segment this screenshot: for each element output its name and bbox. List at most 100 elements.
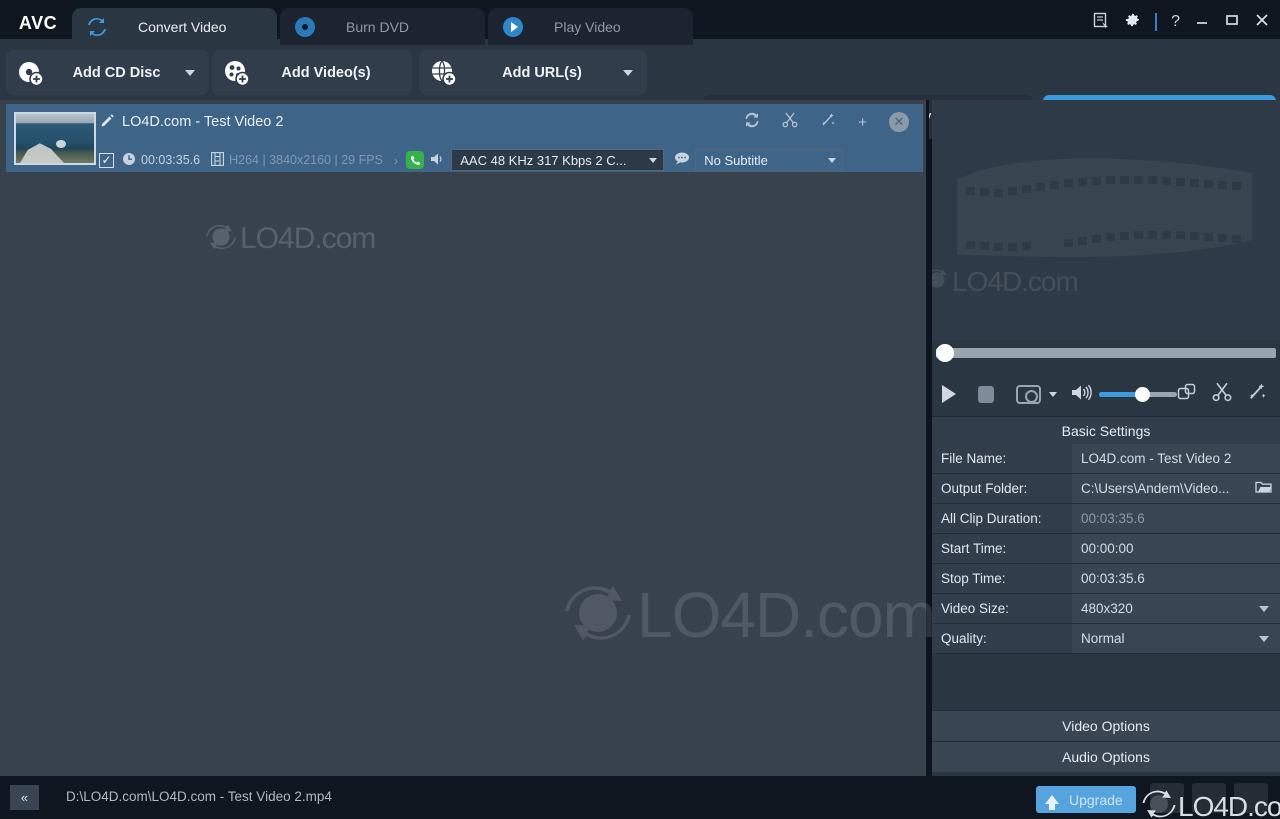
globe-add-icon	[427, 56, 461, 90]
remove-icon[interactable]: ✕	[889, 112, 909, 132]
add-urls-button[interactable]: Add URL(s)	[419, 50, 647, 95]
file-title-row: LO4D.com - Test Video 2	[101, 113, 283, 130]
snapshot-button[interactable]	[1016, 384, 1042, 404]
film-icon	[210, 151, 225, 169]
cut-icon[interactable]	[1212, 382, 1232, 407]
settings-row-output-folder: Output Folder: C:\Users\Andem\Video...	[932, 474, 1280, 504]
rotate-icon[interactable]	[744, 112, 760, 132]
close-icon[interactable]	[1254, 12, 1270, 32]
seek-slider[interactable]	[936, 344, 1276, 362]
add-cd-disc-button[interactable]: Add CD Disc	[6, 50, 209, 95]
watermark-logo-icon	[206, 223, 236, 256]
subtitle-value: No Subtitle	[704, 152, 768, 168]
settings-label: File Name:	[932, 444, 1072, 473]
watermark-logo-icon	[932, 268, 950, 297]
all-clip-duration-value: 00:03:35.6	[1072, 504, 1280, 533]
video-preview[interactable]: LO4D.com	[932, 100, 1280, 340]
video-size-value: 480x320	[1081, 601, 1133, 616]
quality-dropdown[interactable]: Normal	[1072, 624, 1280, 653]
watermark-lo4d-row: LO4D.com	[206, 222, 376, 256]
audio-track-value: AAC 48 KHz 317 Kbps 2 C...	[460, 152, 627, 168]
settings-label: Start Time:	[932, 534, 1072, 563]
chevron-down-icon	[649, 157, 658, 163]
chevron-down-icon[interactable]	[185, 69, 195, 76]
play-icon	[502, 16, 524, 38]
media-controls	[932, 372, 1280, 416]
add-icon[interactable]: +	[858, 114, 867, 131]
settings-row-video-size: Video Size: 480x320	[932, 594, 1280, 624]
output-folder-value[interactable]: C:\Users\Andem\Video...	[1072, 474, 1280, 503]
cd-disc-add-icon	[14, 56, 48, 90]
chevron-down-icon[interactable]	[1049, 391, 1058, 397]
add-urls-label: Add URL(s)	[502, 64, 582, 81]
window-controls: ?	[1093, 8, 1270, 36]
chevron-down-icon	[1259, 636, 1269, 642]
volume-knob[interactable]	[1135, 386, 1151, 402]
stop-button[interactable]	[978, 385, 995, 403]
window-controls-separator	[1155, 13, 1158, 31]
watermark-text: LO4D.com	[240, 222, 376, 255]
settings-row-all-clip-duration: All Clip Duration: 00:03:35.6	[932, 504, 1280, 534]
tab-label: Play Video	[554, 18, 621, 35]
play-button[interactable]	[942, 385, 956, 403]
add-videos-button[interactable]: Add Video(s)	[212, 50, 412, 95]
upgrade-button[interactable]: Upgrade	[1036, 786, 1136, 813]
settings-gear-icon[interactable]	[1124, 12, 1141, 33]
merge-icon[interactable]	[1177, 382, 1197, 407]
edit-pencil-icon[interactable]	[101, 113, 115, 130]
chevron-down-icon[interactable]	[623, 69, 633, 76]
watermark-logo-icon	[1142, 789, 1176, 819]
watermark-text: LO4D.com	[1178, 790, 1280, 819]
add-cd-disc-label: Add CD Disc	[72, 64, 161, 81]
speaker-icon	[430, 152, 446, 169]
settings-label: Video Size:	[932, 594, 1072, 623]
file-video-info: H264 | 3840x2160 | 29 FPS	[229, 153, 383, 167]
video-add-icon	[220, 56, 254, 90]
stop-time-value[interactable]: 00:03:35.6	[1072, 564, 1280, 593]
seek-knob[interactable]	[936, 344, 954, 362]
volume-button[interactable]	[1071, 384, 1093, 405]
tab-burn-dvd[interactable]: Burn DVD	[280, 8, 485, 45]
effects-icon[interactable]	[1247, 382, 1267, 407]
video-size-dropdown[interactable]: 480x320	[1072, 594, 1280, 623]
file-list-row[interactable]: LO4D.com LO4D.com - Test Video 2 ✓ 00:03…	[6, 104, 923, 255]
upgrade-label: Upgrade	[1069, 791, 1123, 808]
device-icon	[406, 151, 425, 169]
application-window: AVC Convert Video Burn DVD Play Video ? …	[0, 0, 1280, 819]
main-toolbar: Add CD Disc Add Video(s) Add URL(s)	[0, 45, 1280, 139]
minimize-icon[interactable]	[1194, 12, 1210, 32]
clock-icon	[122, 152, 136, 169]
upgrade-arrow-icon	[1045, 795, 1059, 810]
settings-row-start-time: Start Time: 00:00:00	[932, 534, 1280, 564]
convert-icon	[86, 16, 108, 38]
log-icon[interactable]	[1093, 12, 1110, 33]
watermark-lo4d-center: LO4D.com	[565, 578, 936, 652]
status-output-path: D:\LO4D.com\LO4D.com - Test Video 2.mp4	[66, 789, 332, 804]
file-name-value[interactable]: LO4D.com - Test Video 2	[1072, 444, 1280, 473]
file-enabled-checkbox[interactable]: ✓	[99, 152, 114, 168]
collapse-button[interactable]: «	[10, 785, 39, 810]
subtitle-select[interactable]: No Subtitle	[695, 149, 844, 171]
volume-slider[interactable]	[1099, 386, 1177, 402]
audio-options-button[interactable]: Audio Options	[932, 741, 1280, 772]
settings-label: Output Folder:	[932, 474, 1072, 503]
audio-track-select[interactable]: AAC 48 KHz 317 Kbps 2 C...	[451, 149, 665, 171]
folder-icon[interactable]	[1255, 480, 1272, 497]
settings-label: All Clip Duration:	[932, 504, 1072, 533]
maximize-icon[interactable]	[1224, 12, 1240, 32]
video-options-button[interactable]: Video Options	[932, 710, 1280, 741]
settings-label: Stop Time:	[932, 564, 1072, 593]
tab-play-video[interactable]: Play Video	[488, 8, 693, 45]
video-thumbnail	[14, 112, 96, 165]
settings-row-stop-time: Stop Time: 00:03:35.6	[932, 564, 1280, 594]
cut-icon[interactable]	[782, 112, 798, 132]
start-time-value[interactable]: 00:00:00	[1072, 534, 1280, 563]
watermark-logo-icon	[565, 583, 631, 648]
help-icon[interactable]: ?	[1171, 14, 1180, 30]
watermark-lo4d-statusbar: LO4D.com	[1142, 789, 1280, 819]
app-logo: AVC	[18, 13, 58, 33]
dvd-icon	[294, 16, 316, 38]
tab-convert-video[interactable]: Convert Video	[72, 8, 277, 45]
file-meta-row: ✓ 00:03:35.6 H264 | 3840x2160 | 29 FPS ›	[99, 148, 844, 172]
effects-icon[interactable]	[820, 112, 836, 132]
